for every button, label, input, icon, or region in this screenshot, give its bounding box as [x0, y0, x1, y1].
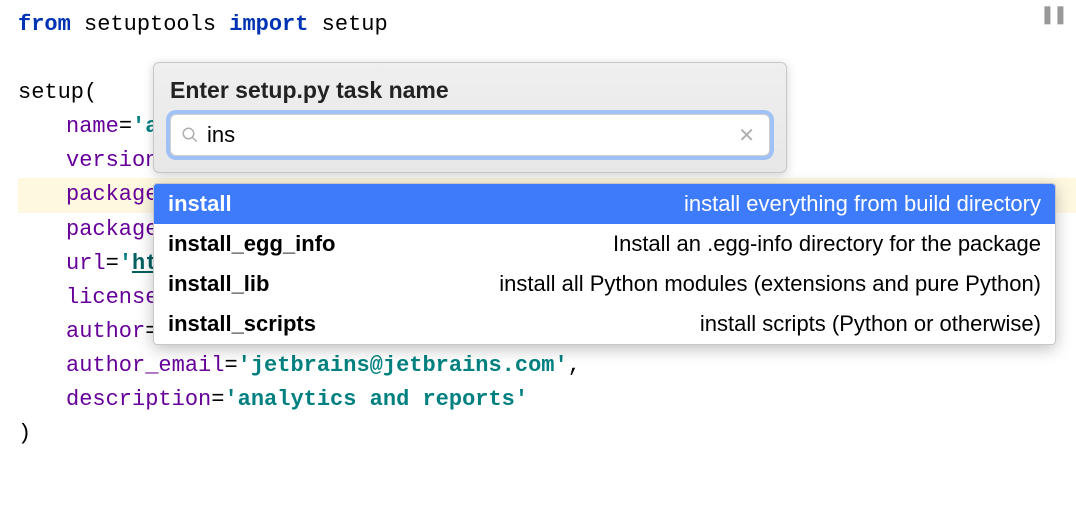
code-line: description='analytics and reports' [18, 383, 1076, 417]
kwarg: url [66, 251, 106, 276]
kwarg: description [66, 387, 211, 412]
string-literal: 'analytics and reports' [224, 387, 528, 412]
keyword-import: import [229, 12, 308, 37]
suggestion-item[interactable]: install_scripts install scripts (Python … [154, 304, 1055, 344]
suggestion-desc: install scripts (Python or otherwise) [700, 311, 1041, 337]
clear-icon[interactable]: ✕ [734, 123, 759, 148]
import-name: setup [322, 12, 388, 37]
code-line: ) [18, 417, 1076, 451]
suggestion-desc: Install an .egg-info directory for the p… [613, 231, 1041, 257]
suggestion-name: install_lib [168, 271, 269, 297]
string-literal: 'jetbrains@jetbrains.com' [238, 353, 568, 378]
suggestion-desc: install everything from build directory [684, 191, 1041, 217]
pause-icon[interactable]: ❚❚ [1040, 4, 1066, 25]
suggestion-item[interactable]: install_lib install all Python modules (… [154, 264, 1055, 304]
kwarg: license [66, 285, 158, 310]
open-paren: ( [84, 80, 97, 105]
suggestion-name: install_scripts [168, 311, 316, 337]
search-field-wrap[interactable]: ✕ [170, 114, 770, 156]
kwarg: package [66, 182, 158, 207]
close-paren: ) [18, 421, 31, 446]
kwarg: name [66, 114, 119, 139]
quote: ' [119, 251, 132, 276]
suggestion-name: install [168, 191, 232, 217]
eq: = [224, 353, 237, 378]
suggestion-desc: install all Python modules (extensions a… [499, 271, 1041, 297]
code-line: author_email='jetbrains@jetbrains.com', [18, 349, 1076, 383]
suggestion-item[interactable]: install_egg_info Install an .egg-info di… [154, 224, 1055, 264]
kwarg: package [66, 217, 158, 242]
kwarg: version [66, 148, 158, 173]
suggestion-item[interactable]: install install everything from build di… [154, 184, 1055, 224]
eq: = [211, 387, 224, 412]
comma: , [568, 353, 581, 378]
search-icon [181, 126, 199, 144]
eq: = [106, 251, 119, 276]
code-line: from setuptools import setup [18, 8, 1076, 42]
popup-title: Enter setup.py task name [170, 77, 770, 104]
keyword-from: from [18, 12, 71, 37]
kwarg: author_email [66, 353, 224, 378]
suggestions-list: install install everything from build di… [153, 183, 1056, 345]
task-name-popup: Enter setup.py task name ✕ [153, 62, 787, 173]
func-call: setup [18, 80, 84, 105]
suggestion-name: install_egg_info [168, 231, 335, 257]
eq: = [119, 114, 132, 139]
search-input[interactable] [207, 122, 734, 148]
module-name: setuptools [84, 12, 216, 37]
kwarg: author [66, 319, 145, 344]
